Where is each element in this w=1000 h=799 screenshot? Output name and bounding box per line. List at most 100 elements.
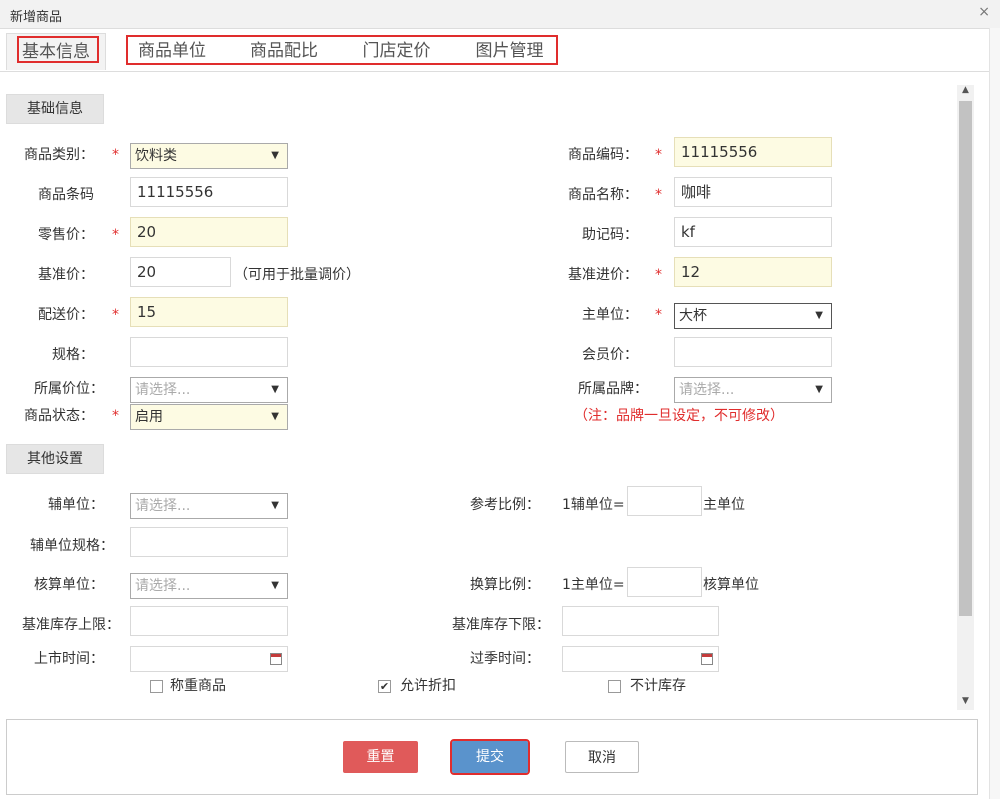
- category-select[interactable]: 饮料类 ▼: [130, 143, 288, 169]
- tab-product-unit[interactable]: 商品单位: [116, 33, 228, 69]
- tab-basic-info[interactable]: 基本信息: [6, 33, 106, 70]
- stock-lower-input[interactable]: [562, 606, 719, 636]
- scroll-thumb[interactable]: [959, 101, 972, 616]
- conv-ratio-label: 换算比例：: [470, 577, 540, 593]
- aux-unit-placeholder: 请选择...: [135, 498, 191, 514]
- form-scrollbar[interactable]: ▲ ▼: [957, 85, 974, 710]
- base-price-hint: （可用于批量调价）: [234, 267, 360, 283]
- base-price-label: 基准价：: [38, 267, 94, 283]
- spec-input[interactable]: [130, 337, 288, 367]
- brand-select[interactable]: 请选择... ▼: [674, 377, 832, 403]
- price-band-select[interactable]: 请选择... ▼: [130, 377, 288, 403]
- checkmark-icon: ✔: [379, 680, 390, 693]
- mnemonic-input[interactable]: kf: [674, 217, 832, 247]
- calc-unit-label: 核算单位：: [34, 577, 104, 593]
- chevron-down-icon: ▼: [271, 384, 279, 395]
- ref-ratio-input[interactable]: [627, 486, 702, 516]
- tab-product-ratio[interactable]: 商品配比: [228, 33, 340, 69]
- chevron-down-icon: ▼: [271, 150, 279, 161]
- name-label: 商品名称：: [568, 187, 638, 203]
- ref-ratio-label: 参考比例：: [470, 497, 540, 513]
- ref-ratio-suffix: 主单位: [703, 497, 745, 513]
- price-band-label: 所属价位：: [34, 381, 104, 397]
- mnemonic-label: 助记码：: [582, 227, 638, 243]
- status-value: 启用: [135, 409, 163, 425]
- offseason-time-input[interactable]: [562, 646, 719, 672]
- main-unit-label: 主单位：: [582, 307, 638, 323]
- cancel-button[interactable]: 取消: [565, 741, 639, 773]
- calendar-icon[interactable]: [701, 653, 713, 665]
- code-label: 商品编码：: [568, 147, 638, 163]
- required-mark: *: [655, 147, 662, 163]
- category-label: 商品类别：: [24, 147, 94, 163]
- status-select[interactable]: 启用 ▼: [130, 404, 288, 430]
- base-price-input[interactable]: 20: [130, 257, 231, 287]
- conv-ratio-suffix: 核算单位: [703, 577, 759, 593]
- no-stock-checkbox[interactable]: [608, 680, 621, 693]
- calendar-icon[interactable]: [270, 653, 282, 665]
- delivery-price-input[interactable]: 15: [130, 297, 288, 327]
- chevron-down-icon: ▼: [271, 500, 279, 511]
- required-mark: *: [112, 147, 119, 163]
- close-icon[interactable]: ×: [978, 4, 990, 20]
- code-input[interactable]: 11115556: [674, 137, 832, 167]
- tab-bar: 基本信息 商品单位 商品配比 门店定价 图片管理: [0, 29, 990, 72]
- submit-button[interactable]: 提交: [450, 739, 530, 775]
- aux-unit-select[interactable]: 请选择... ▼: [130, 493, 288, 519]
- base-cost-input[interactable]: 12: [674, 257, 832, 287]
- discount-checkbox[interactable]: ✔: [378, 680, 391, 693]
- launch-time-label: 上市时间：: [34, 651, 104, 667]
- member-price-label: 会员价：: [582, 347, 638, 363]
- member-price-input[interactable]: [674, 337, 832, 367]
- reset-button[interactable]: 重置: [343, 741, 418, 773]
- brand-label: 所属品牌：: [578, 381, 648, 397]
- launch-time-input[interactable]: [130, 646, 288, 672]
- aux-spec-input[interactable]: [130, 527, 288, 557]
- price-band-placeholder: 请选择...: [135, 382, 191, 398]
- section-basic-info: 基础信息: [6, 94, 104, 124]
- main-unit-value: 大杯: [679, 308, 707, 324]
- weighing-label: 称重商品: [170, 678, 226, 694]
- stock-upper-input[interactable]: [130, 606, 288, 636]
- scroll-up-icon[interactable]: ▲: [957, 85, 974, 99]
- conv-ratio-prefix: 1主单位=: [562, 577, 625, 593]
- tab-image-management[interactable]: 图片管理: [453, 33, 566, 69]
- no-stock-label: 不计库存: [630, 678, 686, 694]
- scroll-down-icon[interactable]: ▼: [957, 696, 974, 710]
- discount-label: 允许折扣: [400, 678, 456, 694]
- barcode-input[interactable]: 11115556: [130, 177, 288, 207]
- calc-unit-placeholder: 请选择...: [135, 578, 191, 594]
- required-mark: *: [112, 408, 119, 424]
- base-cost-label: 基准进价：: [568, 267, 638, 283]
- required-mark: *: [655, 307, 662, 323]
- dialog-title: 新增商品: [10, 10, 63, 25]
- calc-unit-select[interactable]: 请选择... ▼: [130, 573, 288, 599]
- ref-ratio-prefix: 1辅单位=: [562, 497, 625, 513]
- weighing-checkbox[interactable]: [150, 680, 163, 693]
- spec-label: 规格：: [52, 347, 94, 363]
- offseason-time-label: 过季时间：: [470, 651, 540, 667]
- dialog-titlebar: 新增商品 ×: [0, 0, 1000, 29]
- aux-spec-label: 辅单位规格：: [30, 538, 114, 554]
- delivery-price-label: 配送价：: [38, 307, 94, 323]
- chevron-down-icon: ▼: [815, 384, 823, 395]
- retail-price-label: 零售价：: [38, 227, 94, 243]
- required-mark: *: [112, 227, 119, 243]
- aux-unit-label: 辅单位：: [48, 497, 104, 513]
- tab-store-pricing[interactable]: 门店定价: [340, 33, 453, 69]
- required-mark: *: [655, 187, 662, 203]
- chevron-down-icon: ▼: [271, 580, 279, 591]
- category-value: 饮料类: [135, 148, 177, 164]
- status-label: 商品状态：: [24, 408, 94, 424]
- chevron-down-icon: ▼: [271, 411, 279, 422]
- retail-price-input[interactable]: 20: [130, 217, 288, 247]
- stock-upper-label: 基准库存上限：: [22, 617, 120, 633]
- conv-ratio-input[interactable]: [627, 567, 702, 597]
- name-input[interactable]: 咖啡: [674, 177, 832, 207]
- brand-note: （注：品牌一旦设定，不可修改）: [574, 408, 784, 424]
- required-mark: *: [655, 267, 662, 283]
- main-unit-select[interactable]: 大杯 ▼: [674, 303, 832, 329]
- required-mark: *: [112, 307, 119, 323]
- section-other-settings: 其他设置: [6, 444, 104, 474]
- stock-lower-label: 基准库存下限：: [452, 617, 550, 633]
